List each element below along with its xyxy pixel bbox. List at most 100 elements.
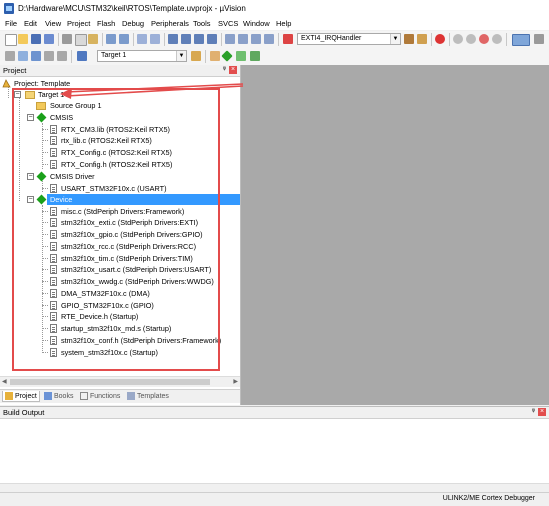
tree-group-cmsis[interactable]: − CMSIS xyxy=(0,112,240,123)
pin-icon[interactable]: ᵠ xyxy=(223,66,226,73)
start-debug-icon[interactable] xyxy=(435,34,445,44)
comment-icon[interactable] xyxy=(251,34,261,44)
tree-file[interactable]: stm32f10x_wwdg.c (StdPeriph Drivers:WWDG… xyxy=(0,276,240,287)
cut-icon[interactable] xyxy=(62,34,72,44)
collapse-toggle[interactable]: − xyxy=(27,173,34,180)
pack-installer-icon[interactable] xyxy=(250,51,260,61)
tree-file[interactable]: GPIO_STM32F10x.c (GPIO) xyxy=(0,300,240,311)
project-panel-title: Project xyxy=(3,66,27,75)
tree-file[interactable]: rtx_lib.c (RTOS2:Keil RTX5) xyxy=(0,135,240,146)
close-icon[interactable]: × xyxy=(229,66,237,74)
tree-file[interactable]: stm32f10x_tim.c (StdPeriph Drivers:TIM) xyxy=(0,253,240,264)
download-icon[interactable] xyxy=(77,51,87,61)
menu-project[interactable]: Project xyxy=(67,19,90,28)
tab-functions[interactable]: Functions xyxy=(78,391,122,402)
window-layout-icon[interactable] xyxy=(512,34,530,46)
menu-view[interactable]: View xyxy=(45,19,61,28)
tree-file[interactable]: stm32f10x_rcc.c (StdPeriph Drivers:RCC) xyxy=(0,241,240,252)
paste-icon[interactable] xyxy=(88,34,98,44)
menu-debug[interactable]: Debug xyxy=(122,19,144,28)
tab-project[interactable]: Project xyxy=(2,391,40,402)
tree-target-1[interactable]: − Target 1 xyxy=(0,89,240,100)
find-icon[interactable] xyxy=(404,34,414,44)
redo-icon[interactable] xyxy=(119,34,129,44)
target-select[interactable]: Target 1 ▼ xyxy=(97,50,187,62)
open-file-icon[interactable] xyxy=(18,34,28,44)
tree-file[interactable]: RTE_Device.h (Startup) xyxy=(0,311,240,322)
find-in-files-icon[interactable] xyxy=(283,34,293,44)
pin-icon[interactable]: ᵠ xyxy=(532,408,535,415)
chevron-down-icon[interactable]: ▼ xyxy=(390,34,400,44)
tree-file[interactable]: stm32f10x_conf.h (StdPeriph Drivers:Fram… xyxy=(0,335,240,346)
scroll-left-icon[interactable]: ◀ xyxy=(2,378,7,385)
collapse-toggle[interactable]: − xyxy=(27,114,34,121)
translate-icon[interactable] xyxy=(5,51,15,61)
tree-file[interactable]: misc.c (StdPeriph Drivers:Framework) xyxy=(0,206,240,217)
disable-breakpoints-icon[interactable] xyxy=(479,34,489,44)
batch-build-icon[interactable] xyxy=(44,51,54,61)
tab-books[interactable]: Books xyxy=(42,391,75,402)
tree-file[interactable]: stm32f10x_exti.c (StdPeriph Drivers:EXTI… xyxy=(0,217,240,228)
breakpoint-icon[interactable] xyxy=(453,34,463,44)
project-root-label: Project: Template xyxy=(14,79,71,88)
tab-templates[interactable]: Templates xyxy=(125,391,171,402)
project-hscrollbar[interactable]: ◀ ▶ xyxy=(0,376,240,387)
nav-forward-icon[interactable] xyxy=(150,34,160,44)
prev-bookmark-icon[interactable] xyxy=(181,34,191,44)
menu-flash[interactable]: Flash xyxy=(97,19,115,28)
tree-file[interactable]: USART_STM32F10x.c (USART) xyxy=(0,183,240,194)
nav-back-icon[interactable] xyxy=(137,34,147,44)
clear-bookmarks-icon[interactable] xyxy=(207,34,217,44)
scroll-thumb[interactable] xyxy=(10,379,210,385)
tree-file[interactable]: RTX_Config.c (RTOS2:Keil RTX5) xyxy=(0,147,240,158)
menu-tools[interactable]: Tools xyxy=(193,19,211,28)
enable-breakpoint-icon[interactable] xyxy=(466,34,476,44)
configure-icon[interactable] xyxy=(534,34,544,44)
target-options-icon[interactable] xyxy=(191,51,201,61)
tree-file[interactable]: system_stm32f10x.c (Startup) xyxy=(0,347,240,358)
select-packs-icon[interactable] xyxy=(236,51,246,61)
tree-file[interactable]: DMA_STM32F10x.c (DMA) xyxy=(0,288,240,299)
menu-edit[interactable]: Edit xyxy=(24,19,37,28)
menu-svcs[interactable]: SVCS xyxy=(218,19,238,28)
incremental-find-icon[interactable] xyxy=(417,34,427,44)
collapse-toggle[interactable]: − xyxy=(14,91,21,98)
close-icon[interactable]: × xyxy=(538,408,546,416)
tree-group-device[interactable]: − Device xyxy=(0,194,240,205)
save-icon[interactable] xyxy=(31,34,41,44)
menu-bar: File Edit View Project Flash Debug Perip… xyxy=(0,18,549,30)
tree-file[interactable]: stm32f10x_gpio.c (StdPeriph Drivers:GPIO… xyxy=(0,229,240,240)
copy-icon[interactable] xyxy=(75,34,87,46)
indent-icon[interactable] xyxy=(225,34,235,44)
file-extensions-icon[interactable] xyxy=(210,51,220,61)
next-bookmark-icon[interactable] xyxy=(194,34,204,44)
scroll-right-icon[interactable]: ▶ xyxy=(233,378,238,385)
kill-breakpoints-icon[interactable] xyxy=(492,34,502,44)
tree-project-root[interactable]: Project: Template xyxy=(0,78,240,89)
editor-area[interactable] xyxy=(241,65,549,405)
tree-file[interactable]: RTX_CM3.lib (RTOS2:Keil RTX5) xyxy=(0,124,240,135)
save-all-icon[interactable] xyxy=(44,34,54,44)
bookmark-icon[interactable] xyxy=(168,34,178,44)
rebuild-icon[interactable] xyxy=(31,51,41,61)
stop-build-icon[interactable] xyxy=(57,51,67,61)
menu-file[interactable]: File xyxy=(5,19,17,28)
unindent-icon[interactable] xyxy=(238,34,248,44)
tree-group-source-group-1[interactable]: Source Group 1 xyxy=(0,100,240,111)
tree-file[interactable]: startup_stm32f10x_md.s (Startup) xyxy=(0,323,240,334)
build-icon[interactable] xyxy=(18,51,28,61)
tree-file[interactable]: RTX_Config.h (RTOS2:Keil RTX5) xyxy=(0,159,240,170)
tree-group-cmsis-driver[interactable]: − CMSIS Driver xyxy=(0,171,240,182)
new-file-icon[interactable] xyxy=(5,34,17,46)
menu-help[interactable]: Help xyxy=(276,19,291,28)
chevron-down-icon[interactable]: ▼ xyxy=(176,51,186,61)
collapse-toggle[interactable]: − xyxy=(27,196,34,203)
menu-window[interactable]: Window xyxy=(243,19,270,28)
uncomment-icon[interactable] xyxy=(264,34,274,44)
menu-peripherals[interactable]: Peripherals xyxy=(151,19,189,28)
manage-rte-icon[interactable] xyxy=(221,50,233,62)
find-combo[interactable]: EXTI4_IRQHandler ▼ xyxy=(297,33,401,45)
undo-icon[interactable] xyxy=(106,34,116,44)
tree-file[interactable]: stm32f10x_usart.c (StdPeriph Drivers:USA… xyxy=(0,264,240,275)
file-icon xyxy=(50,148,57,157)
